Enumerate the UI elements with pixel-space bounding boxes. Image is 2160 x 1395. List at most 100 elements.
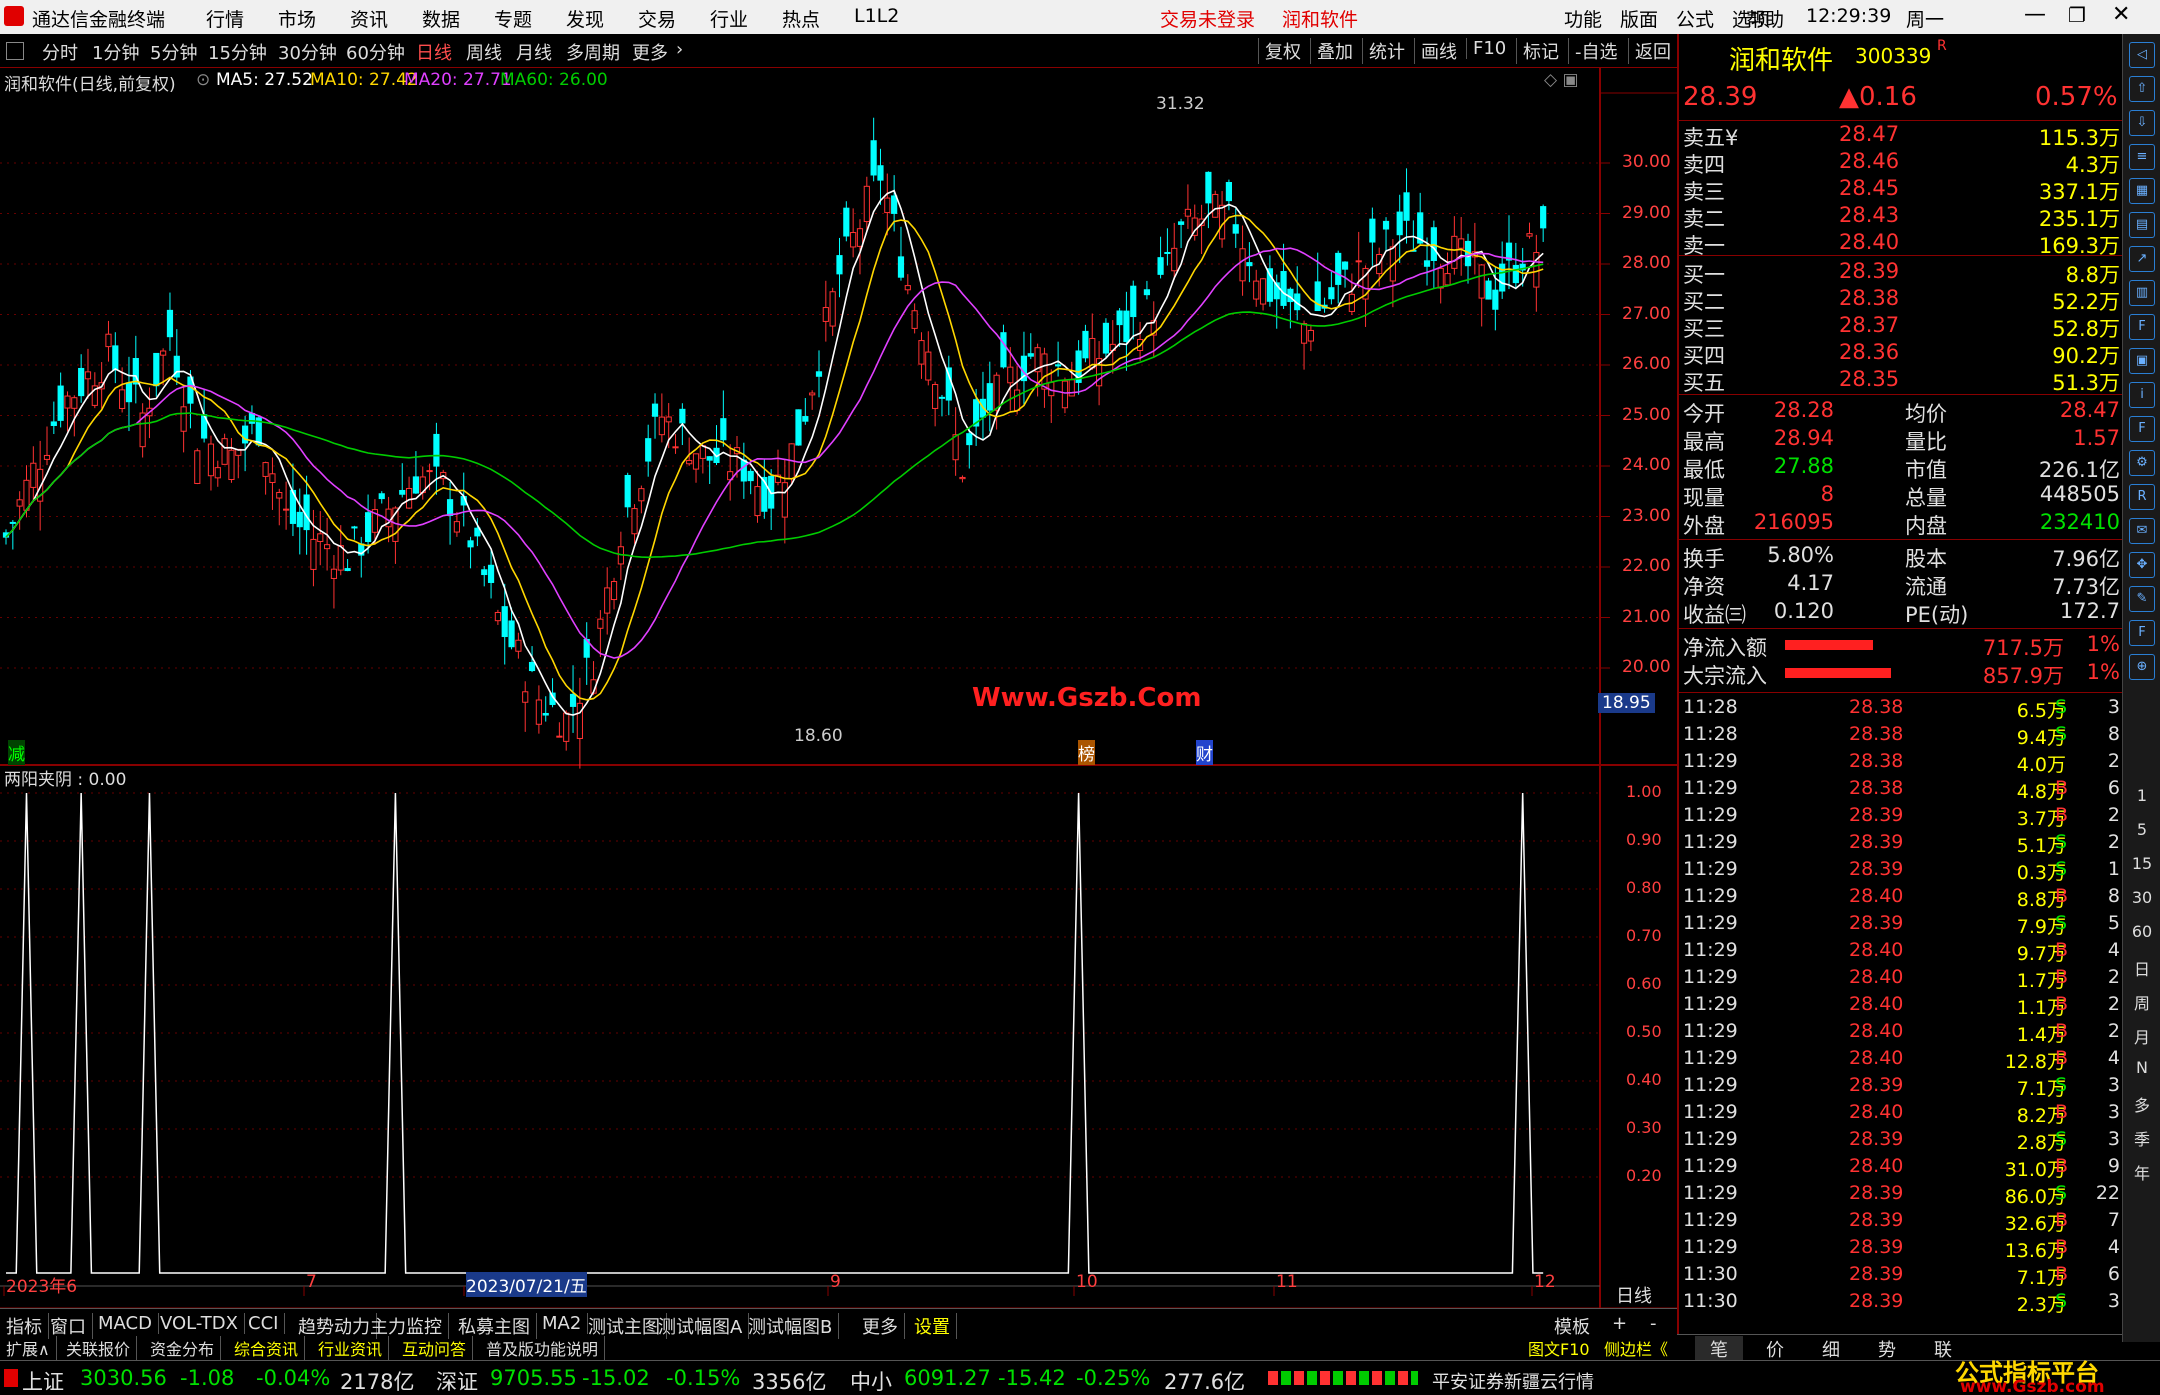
toolbar-button[interactable]: 统计 bbox=[1362, 38, 1405, 64]
pen-icon[interactable]: ✎ bbox=[2129, 586, 2155, 612]
trend-icon[interactable]: ↗ bbox=[2129, 246, 2155, 272]
bid-label: 买五 bbox=[1683, 371, 1725, 395]
bell-icon[interactable]: ✉ bbox=[2129, 518, 2155, 544]
side-period-label[interactable]: 15 bbox=[2123, 854, 2160, 873]
info-icon[interactable]: i bbox=[2129, 382, 2155, 408]
list-icon[interactable]: ≡ bbox=[2129, 144, 2155, 170]
extension-tab[interactable]: 互动问答 bbox=[402, 1336, 474, 1360]
side-period-label[interactable]: 年 bbox=[2123, 1160, 2160, 1184]
toolbar-button[interactable]: 返回 bbox=[1628, 38, 1671, 64]
menu-item[interactable]: 资讯 bbox=[350, 5, 388, 32]
toolbar-button[interactable]: 叠加 bbox=[1310, 38, 1353, 64]
quote-tab[interactable]: 价 bbox=[1751, 1336, 1799, 1362]
menu-right-item[interactable]: 功能 bbox=[1564, 5, 1602, 32]
menu-right-item[interactable]: 版面 bbox=[1620, 5, 1658, 32]
restore-icon[interactable]: ❐ bbox=[2068, 3, 2086, 27]
period-tab[interactable]: 分时 bbox=[42, 39, 78, 65]
candle-body bbox=[207, 443, 215, 477]
indicator-tab[interactable]: MA2 bbox=[542, 1313, 589, 1334]
doc-icon[interactable]: ▣ bbox=[2129, 348, 2155, 374]
bar-icon[interactable]: ▥ bbox=[2129, 280, 2155, 306]
f10-tab[interactable]: 侧边栏《 bbox=[1604, 1336, 1674, 1360]
menu-item[interactable]: 行业 bbox=[710, 5, 748, 32]
f5-icon[interactable]: F bbox=[2129, 620, 2155, 646]
indicator-axis-label: 0.40 bbox=[1626, 1070, 1662, 1089]
extension-tab[interactable]: 关联报价 bbox=[66, 1336, 138, 1360]
menu-item[interactable]: 市场 bbox=[278, 5, 316, 32]
period-tab[interactable]: 30分钟 bbox=[278, 39, 337, 65]
more-chevron-icon[interactable]: › bbox=[676, 39, 683, 60]
period-tab[interactable]: 多周期 bbox=[566, 39, 620, 65]
down-arrow-icon[interactable]: ⇩ bbox=[2129, 110, 2155, 136]
side-period-label[interactable]: 1 bbox=[2123, 786, 2160, 805]
menu-item[interactable]: 数据 bbox=[422, 5, 460, 32]
minimize-icon[interactable]: — bbox=[2024, 2, 2046, 27]
extension-tab[interactable]: 普及版功能说明 bbox=[486, 1336, 606, 1360]
menu-item[interactable]: 热点 bbox=[782, 5, 820, 32]
side-period-label[interactable]: 月 bbox=[2123, 1024, 2160, 1048]
menu-item[interactable]: 行情 bbox=[206, 5, 244, 32]
rsi-icon[interactable]: R bbox=[2129, 484, 2155, 510]
chart-icon[interactable]: ▦ bbox=[2129, 178, 2155, 204]
period-tab[interactable]: 更多 bbox=[632, 39, 668, 65]
toolbar-button[interactable]: F10 bbox=[1466, 38, 1506, 59]
chart-expand-icon[interactable]: ◇ ▣ bbox=[1544, 70, 1579, 90]
up-arrow-icon[interactable]: ◁ bbox=[2129, 42, 2155, 68]
period-tab[interactable]: 1分钟 bbox=[92, 39, 139, 65]
menu-item[interactable]: 专题 bbox=[494, 5, 532, 32]
mark-cai[interactable]: 财 bbox=[1196, 740, 1213, 765]
toolbar-button[interactable]: 画线 bbox=[1414, 38, 1457, 64]
side-period-label[interactable]: 日 bbox=[2123, 956, 2160, 980]
login-status[interactable]: 交易未登录 bbox=[1160, 5, 1255, 32]
toolbar-button[interactable]: -自选 bbox=[1568, 38, 1618, 64]
period-tab[interactable]: 15分钟 bbox=[208, 39, 267, 65]
menu-right-item[interactable]: 帮助 bbox=[1746, 5, 1784, 32]
extension-tab[interactable]: 资金分布 bbox=[150, 1336, 222, 1360]
f10-tab[interactable]: 图文F10 bbox=[1528, 1336, 1596, 1360]
side-period-label[interactable]: N bbox=[2123, 1058, 2160, 1077]
mark-bang[interactable]: 榜 bbox=[1078, 740, 1095, 765]
quote-tab[interactable]: 细 bbox=[1807, 1336, 1855, 1362]
side-period-label[interactable]: 多 bbox=[2123, 1092, 2160, 1116]
quote-tab[interactable]: 势 bbox=[1863, 1336, 1911, 1362]
template-button[interactable]: - bbox=[1650, 1313, 1663, 1334]
period-tab[interactable]: 5分钟 bbox=[150, 39, 197, 65]
side-period-label[interactable]: 30 bbox=[2123, 888, 2160, 907]
extension-tab[interactable]: 综合资讯 bbox=[234, 1336, 306, 1360]
toggle-panel-icon[interactable] bbox=[6, 42, 24, 60]
side-period-label[interactable]: 季 bbox=[2123, 1126, 2160, 1150]
top-icon[interactable]: ⇧ bbox=[2129, 76, 2155, 102]
kline-chart-area[interactable]: 润和软件(日线,前复权) ⊙ MA5: 27.52 MA10: 27.42 MA… bbox=[0, 68, 1677, 1309]
mark-jian[interactable]: 减 bbox=[8, 740, 25, 765]
quote-tab[interactable]: 笔 bbox=[1695, 1336, 1743, 1362]
grid-icon[interactable]: ▤ bbox=[2129, 212, 2155, 238]
f2-icon[interactable]: F bbox=[2129, 416, 2155, 442]
period-tab[interactable]: 日线 bbox=[416, 39, 452, 65]
period-tab[interactable]: 周线 bbox=[466, 39, 502, 65]
side-period-label[interactable]: 5 bbox=[2123, 820, 2160, 839]
extension-tab[interactable]: 行业资讯 bbox=[318, 1336, 390, 1360]
menu-item[interactable]: 发现 bbox=[566, 5, 604, 32]
period-tab[interactable]: 60分钟 bbox=[346, 39, 405, 65]
template-button[interactable]: + bbox=[1612, 1313, 1633, 1334]
indicator-tab[interactable]: CCI bbox=[248, 1313, 286, 1334]
period-tab[interactable]: 月线 bbox=[516, 39, 552, 65]
zoom-icon[interactable]: ⊕ bbox=[2129, 654, 2155, 680]
toolbar-button[interactable]: 复权 bbox=[1258, 38, 1301, 64]
f10-icon[interactable]: F bbox=[2129, 314, 2155, 340]
close-icon[interactable]: ✕ bbox=[2112, 2, 2130, 27]
menu-right-item[interactable]: 公式 bbox=[1676, 5, 1714, 32]
settings-icon[interactable]: ⚙ bbox=[2129, 450, 2155, 476]
extension-tab[interactable]: 扩展∧ bbox=[6, 1336, 57, 1360]
side-period-label[interactable]: 60 bbox=[2123, 922, 2160, 941]
menu-item[interactable]: L1L2 bbox=[854, 5, 899, 27]
side-period-label[interactable]: 周 bbox=[2123, 990, 2160, 1014]
ask-label: 卖二 bbox=[1683, 207, 1725, 231]
indicator-tab[interactable]: VOL-TDX bbox=[160, 1313, 245, 1334]
toolbar-button[interactable]: 标记 bbox=[1516, 38, 1559, 64]
indicator-tab[interactable]: MACD bbox=[98, 1313, 159, 1334]
candle-body bbox=[1061, 380, 1069, 409]
move-icon[interactable]: ✥ bbox=[2129, 552, 2155, 578]
menu-item[interactable]: 交易 bbox=[638, 5, 676, 32]
candle-body bbox=[966, 433, 973, 446]
